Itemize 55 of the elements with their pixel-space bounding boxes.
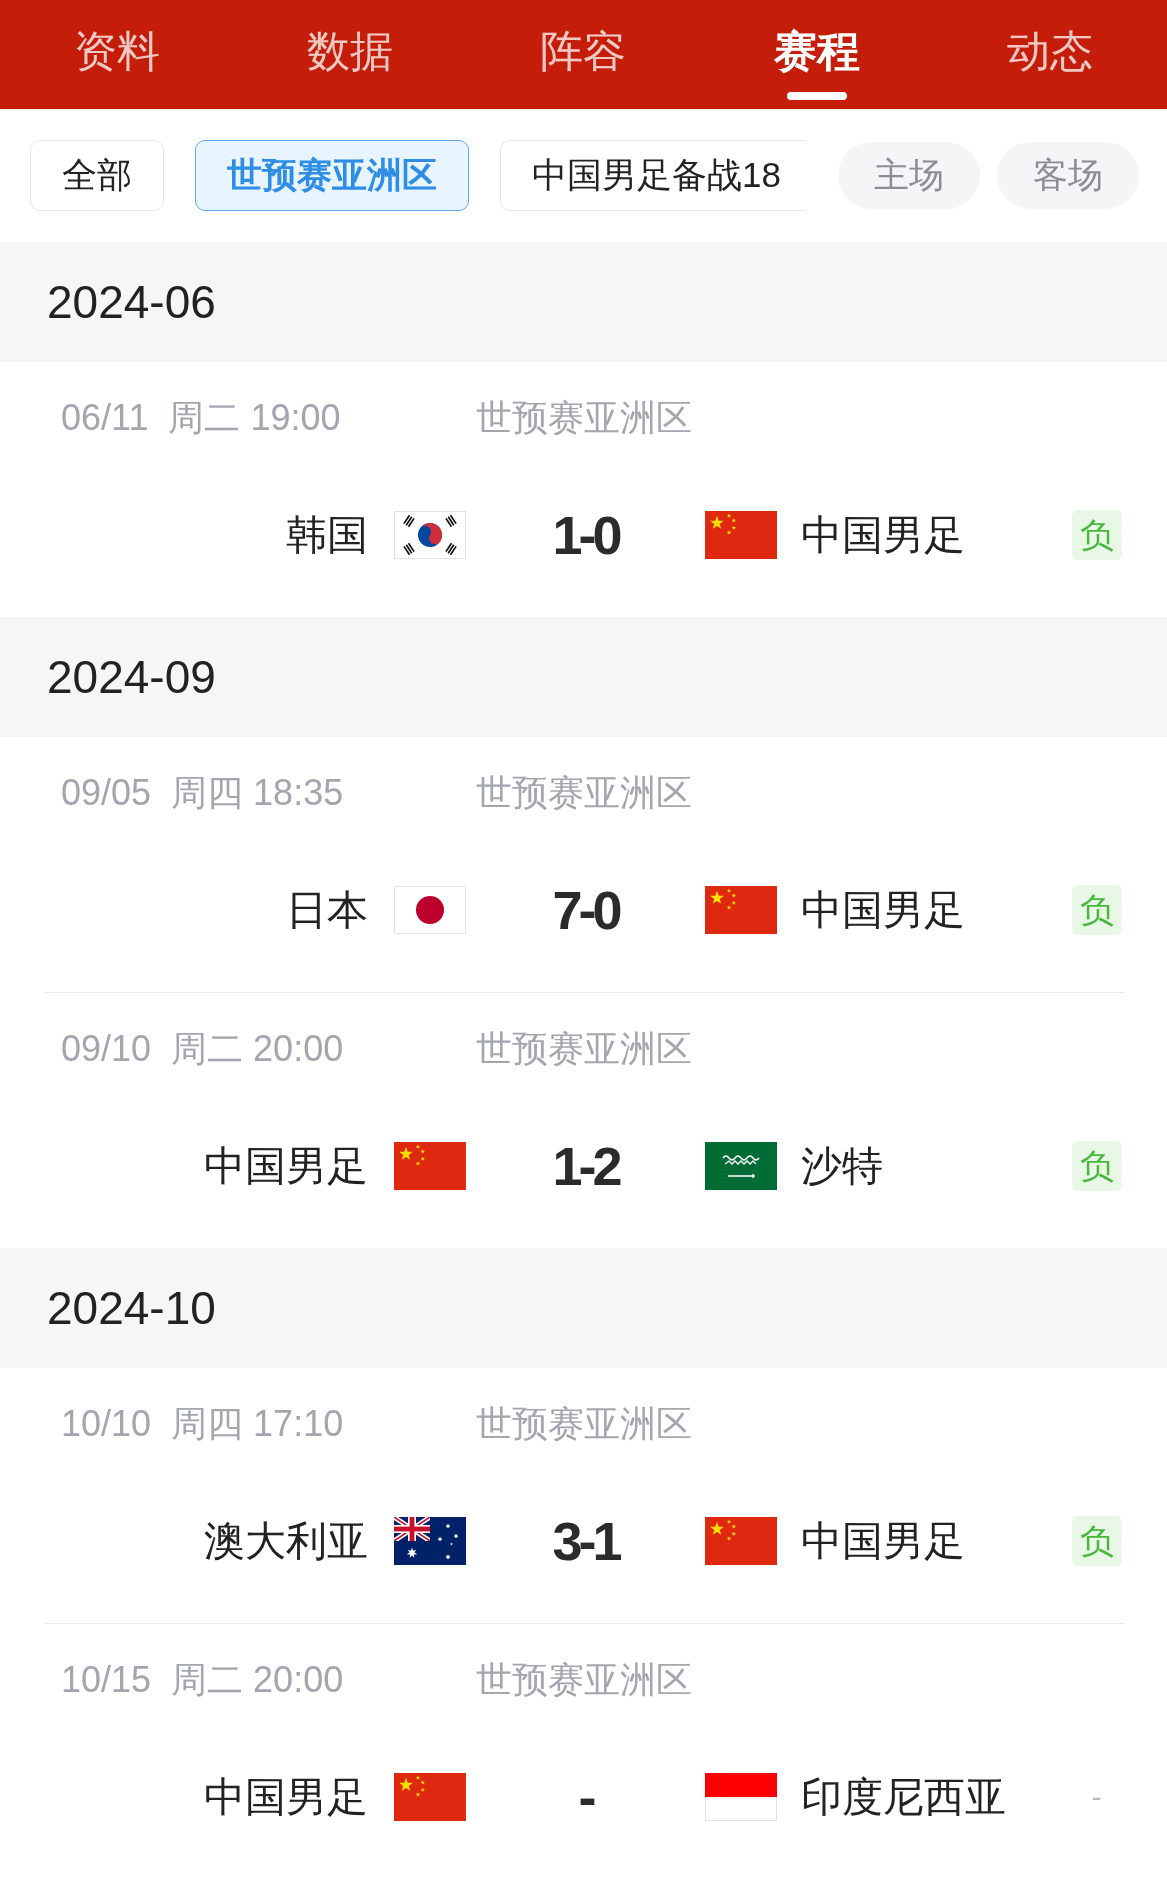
match-score: 1-0 bbox=[552, 506, 619, 564]
match-date: 10/10 bbox=[61, 1402, 152, 1446]
match-score: 1-2 bbox=[552, 1137, 619, 1195]
team-name: 日本 bbox=[286, 886, 368, 935]
china-flag-icon bbox=[705, 886, 777, 934]
team-name: 中国男足 bbox=[204, 1773, 368, 1822]
filter-chip[interactable]: 中国男足备战18 bbox=[500, 140, 806, 211]
competition-name: 世预赛亚洲区 bbox=[476, 1027, 692, 1071]
team-name: 中国男足 bbox=[204, 1142, 368, 1191]
nav-tab[interactable]: 赛程 bbox=[773, 25, 860, 100]
result-badge: 负 bbox=[1071, 1516, 1122, 1566]
venue-filter-button[interactable]: 客场 bbox=[997, 142, 1139, 209]
match-date: 09/05 bbox=[61, 771, 152, 815]
match-date: 10/15 bbox=[61, 1658, 152, 1702]
result-text: - bbox=[1091, 1779, 1102, 1815]
nav-tab[interactable]: 动态 bbox=[1007, 25, 1094, 100]
nav-tab[interactable]: 数据 bbox=[307, 25, 394, 100]
result-badge: 负 bbox=[1071, 885, 1122, 935]
match-score: - bbox=[578, 1768, 593, 1826]
match-date: 09/10 bbox=[61, 1027, 152, 1071]
match-time: 周四 18:35 bbox=[171, 771, 344, 815]
south-korea-flag-icon bbox=[394, 511, 466, 559]
venue-filter-button[interactable]: 主场 bbox=[838, 142, 980, 209]
australia-flag-icon bbox=[394, 1517, 466, 1565]
competition-name: 世预赛亚洲区 bbox=[476, 1658, 692, 1702]
team-name: 中国男足 bbox=[801, 1517, 965, 1566]
china-flag-icon bbox=[705, 1517, 777, 1565]
match-time: 周四 17:10 bbox=[171, 1402, 344, 1446]
filter-chip[interactable]: 世预赛亚洲区 bbox=[195, 140, 469, 211]
saudi-arabia-flag-icon bbox=[705, 1142, 777, 1190]
competition-name: 世预赛亚洲区 bbox=[476, 1402, 692, 1446]
china-flag-icon bbox=[705, 511, 777, 559]
china-flag-icon bbox=[394, 1773, 466, 1821]
team-name: 澳大利亚 bbox=[204, 1517, 368, 1566]
result-badge: 负 bbox=[1071, 1141, 1122, 1191]
match-time: 周二 19:00 bbox=[168, 396, 341, 440]
nav-tab[interactable]: 阵容 bbox=[540, 25, 627, 100]
match-score: 7-0 bbox=[552, 881, 619, 939]
team-name: 韩国 bbox=[286, 511, 368, 560]
competition-name: 世预赛亚洲区 bbox=[476, 771, 692, 815]
competition-name: 世预赛亚洲区 bbox=[476, 396, 692, 440]
match-time: 周二 20:00 bbox=[171, 1658, 344, 1702]
result-badge: 负 bbox=[1071, 510, 1122, 560]
china-flag-icon bbox=[394, 1142, 466, 1190]
match-score: 3-1 bbox=[552, 1512, 619, 1570]
team-name: 中国男足 bbox=[801, 511, 965, 560]
match-date: 06/11 bbox=[61, 396, 149, 440]
filter-chip[interactable]: 全部 bbox=[30, 140, 164, 211]
match-time: 周二 20:00 bbox=[171, 1027, 344, 1071]
team-name: 中国男足 bbox=[801, 886, 965, 935]
team-name: 印度尼西亚 bbox=[801, 1773, 1006, 1822]
nav-tab[interactable]: 资料 bbox=[73, 25, 160, 100]
team-name: 沙特 bbox=[801, 1142, 883, 1191]
indonesia-flag-icon bbox=[705, 1773, 777, 1821]
japan-flag-icon bbox=[394, 886, 466, 934]
